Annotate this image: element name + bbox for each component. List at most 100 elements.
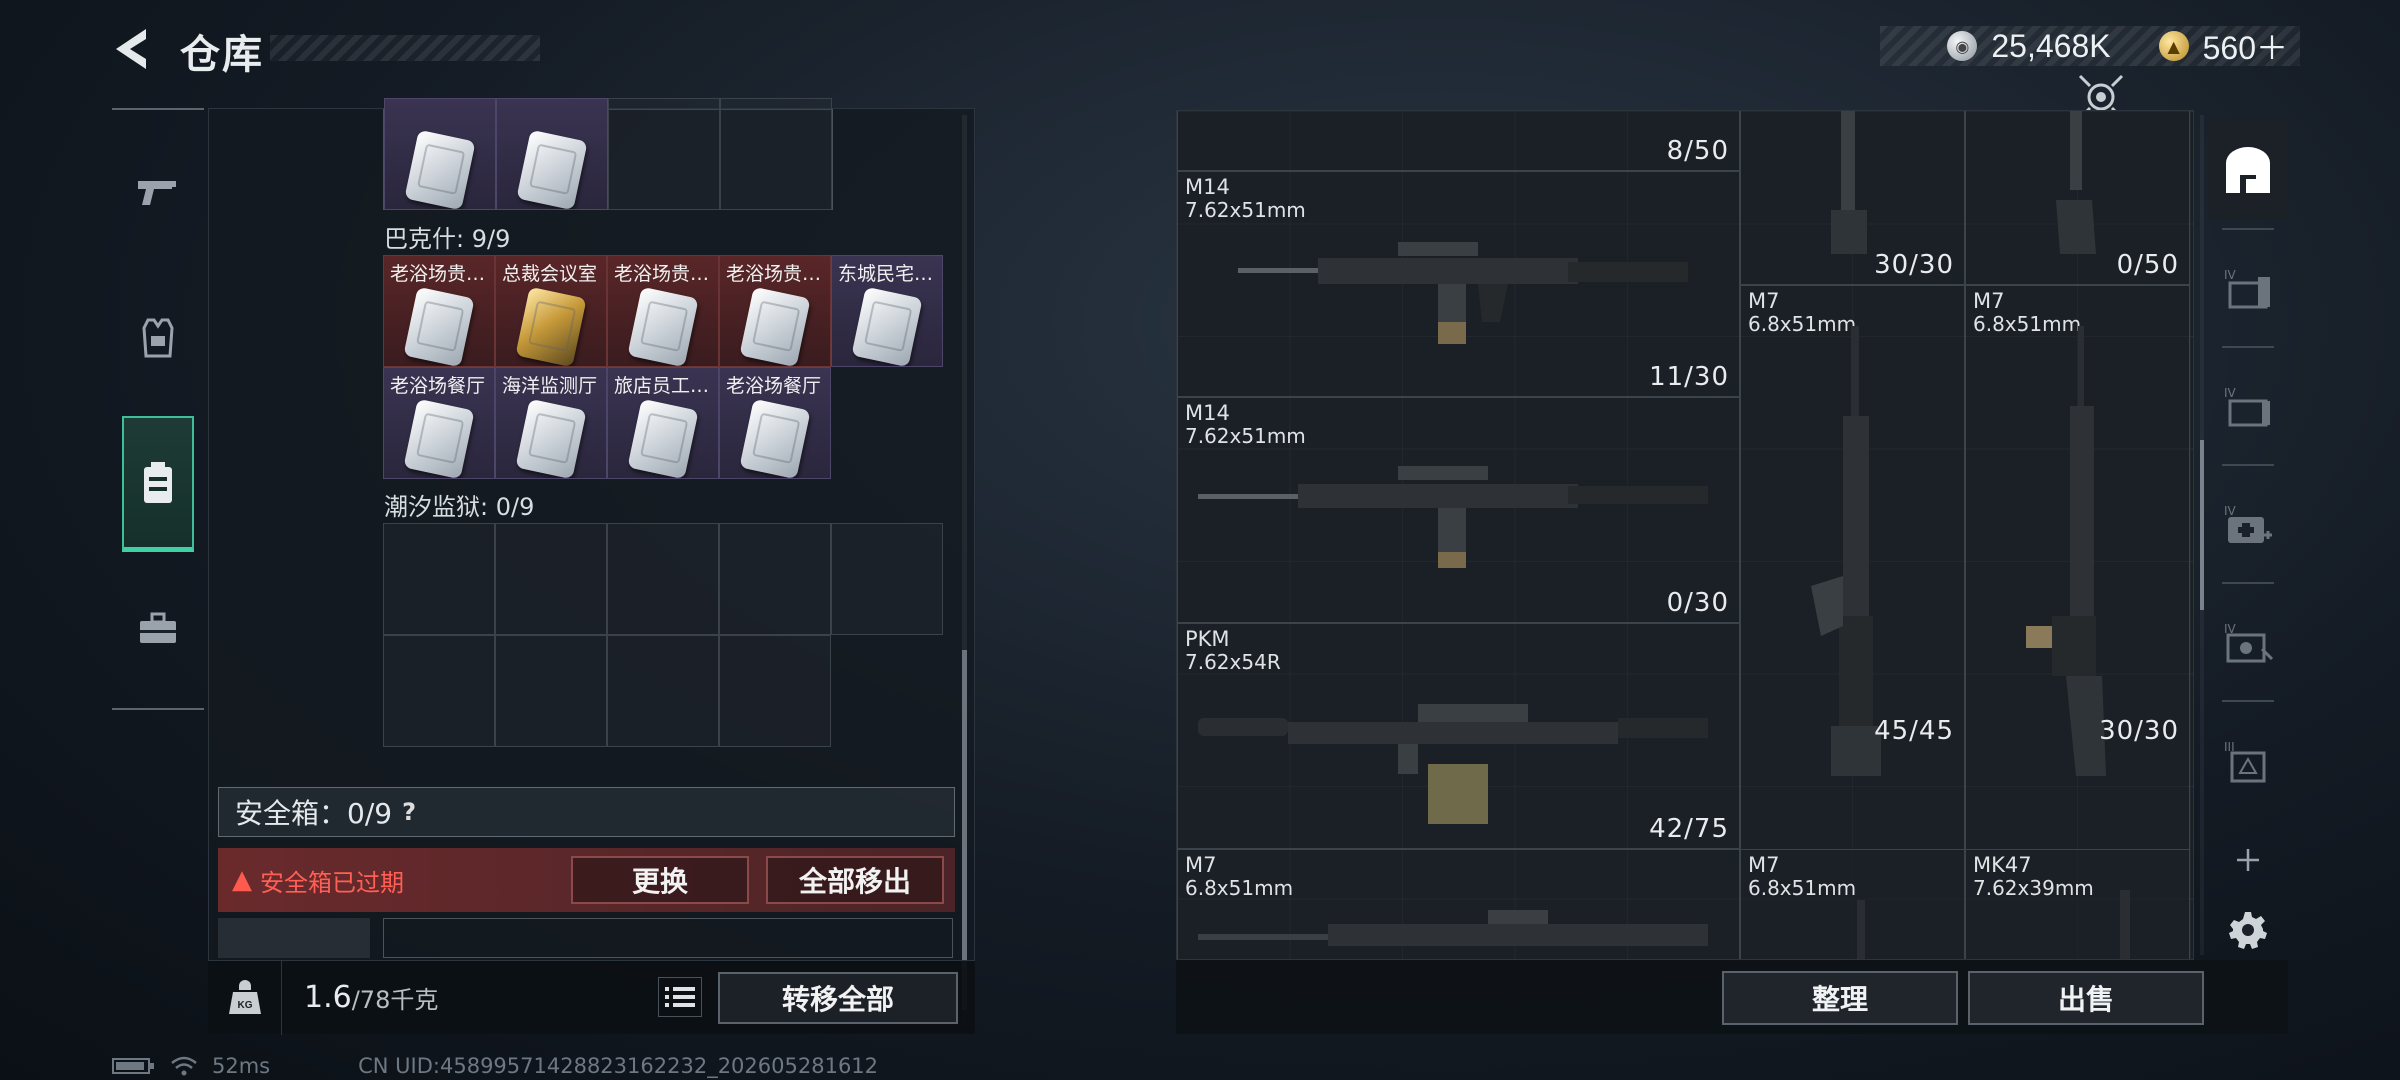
bakesh-key-grid: 老浴场贵… 总裁会议室 老浴场贵… 老浴场贵… 东城民宅… 老浴场餐厅 海洋监测… [383,255,946,481]
nav-armor[interactable] [112,290,204,386]
weapon-item-m7[interactable]: M7 6.8x51mm [1177,849,1740,959]
partial-key-grid [383,98,833,210]
container-tab-iii[interactable]: III [2208,710,2288,810]
section-label-tidal-prison: 潮汐监狱: 0/9 [384,493,535,521]
container-tab-iv-2[interactable]: IV [2208,356,2288,456]
help-icon[interactable]: ? [402,798,416,826]
empty-slot[interactable] [607,523,719,635]
m14-rifle-icon [1198,466,1708,568]
wifi-icon [171,1056,197,1076]
safe-box-grid-partial [383,918,953,958]
empty-slot[interactable] [608,98,720,210]
stash-scroll-thumb[interactable] [2200,440,2204,610]
weapon-item-pkm[interactable]: PKM 7.62x54R 42/75 [1177,623,1740,849]
m7-rifle-icon [1857,900,1865,959]
weapon-item-mk47[interactable]: MK47 7.62x39mm [1965,849,2190,959]
weapon-item[interactable]: 30/30 [1740,111,1965,285]
svg-text:IV: IV [2224,268,2237,282]
weapon-item-m14[interactable]: M14 7.62x51mm 0/30 [1177,397,1740,623]
ammo-count: 11/30 [1649,362,1729,392]
weapon-name: M7 [1748,289,1780,313]
keycard-slot[interactable]: 总裁会议室 [495,255,607,367]
nav-keycards[interactable] [122,416,194,552]
empty-slot[interactable] [383,635,495,747]
empty-slot[interactable] [719,523,831,635]
container-tab-iv-1[interactable]: IV [2208,238,2288,338]
empty-slot[interactable] [383,523,495,635]
keycard-slot[interactable] [496,98,608,210]
keycard-slot[interactable]: 海洋监测厅 [495,367,607,479]
safe-box-label: 安全箱：0/9 [235,797,393,830]
remove-all-button[interactable]: 全部移出 [766,856,944,904]
pistol-icon [138,181,176,205]
stash-home-tab[interactable] [2208,120,2288,220]
currency-bar: ◉ 25,468K ▲ 560＋ [1880,26,2300,66]
weapon-caliber: 7.62x51mm [1185,424,1306,448]
transfer-all-button[interactable]: 转移全部 [718,972,958,1024]
empty-slot[interactable] [607,635,719,747]
weapon-caliber: 7.62x54R [1185,650,1281,674]
nav-weapons[interactable] [112,144,204,240]
tidal-prison-key-grid [383,523,946,749]
settings-button[interactable] [2208,900,2288,960]
sell-button[interactable]: 出售 [1968,971,2204,1025]
ammo-count: 42/75 [1649,814,1729,844]
replace-button[interactable]: 更换 [571,856,749,904]
keycard-slot[interactable] [384,98,496,210]
empty-slot[interactable] [719,635,831,747]
keycard-case-icon [144,461,172,503]
list-view-icon[interactable] [658,977,702,1017]
keycard-slot[interactable]: 东城民宅… [831,255,943,367]
empty-slot[interactable] [831,523,943,635]
weapon-item-m7[interactable]: M7 6.8x51mm [1740,849,1965,959]
keycard-icon [403,286,475,366]
inventory-scroll-thumb[interactable] [962,650,967,1010]
keycard-slot[interactable]: 老浴场餐厅 [383,367,495,479]
weapon-name: M7 [1973,289,2005,313]
safe-box-slot-partial[interactable] [218,918,370,958]
add-icon [2237,849,2259,871]
empty-slot[interactable] [495,635,607,747]
ammo-count: 0/30 [1666,588,1729,618]
svg-text:IV: IV [2224,504,2237,518]
ammo-count: 45/45 [1874,716,1954,746]
keycard-icon [739,398,811,478]
empty-slot[interactable] [720,98,832,210]
medical-iv-icon: IV [2224,504,2272,543]
section-label-bakesh: 巴克什: 9/9 [384,225,511,253]
weapon-name: M7 [1185,853,1217,877]
ammo-count: 30/30 [2099,716,2179,746]
container-tab-gear[interactable]: IV [2208,592,2288,692]
container-tab-medical[interactable]: IV [2208,474,2288,574]
keycard-slot[interactable]: 老浴场贵… [607,255,719,367]
weapon-item[interactable]: 0/50 [1965,111,2190,285]
weapon-stash-panel: 8/50 30/30 0/50 M14 7.62x51mm 11/30 M7 6… [1176,110,2194,960]
gold-amount[interactable]: 560＋ [2203,23,2288,69]
empty-slot[interactable] [495,523,607,635]
keycard-slot[interactable]: 老浴场贵… [383,255,495,367]
m14-rifle-icon [1238,242,1688,344]
keycard-slot[interactable]: 旅店员工… [607,367,719,479]
weapon-item[interactable]: 8/50 [1177,111,1740,171]
weapon-caliber: 7.62x51mm [1185,198,1306,222]
weight-max: /78千克 [351,986,439,1014]
weapon-caliber: 7.62x39mm [1973,876,2094,900]
m7-rifle-icon [1198,910,1708,946]
back-button[interactable] [110,25,154,73]
weapon-item-m14[interactable]: M14 7.62x51mm 11/30 [1177,171,1740,397]
svg-text:IV: IV [2224,386,2237,400]
keycard-icon [739,286,811,366]
toolbox-icon [140,612,176,643]
keycard-slot[interactable]: 老浴场贵… [719,255,831,367]
sort-button[interactable]: 整理 [1722,971,1958,1025]
ammo-count: 8/50 [1666,136,1729,166]
keycard-slot[interactable]: 老浴场餐厅 [719,367,831,479]
rifle-stock-icon [1831,111,1867,254]
keycard-icon [404,129,476,209]
weapon-name: PKM [1185,627,1230,651]
ping-text: 52ms [212,1054,271,1078]
nav-cases[interactable] [112,580,204,676]
add-container-button[interactable] [2208,830,2288,890]
uid-text: CN UID:4589957142882316223​2_20260528161… [358,1054,879,1078]
keycard-icon [515,398,587,478]
